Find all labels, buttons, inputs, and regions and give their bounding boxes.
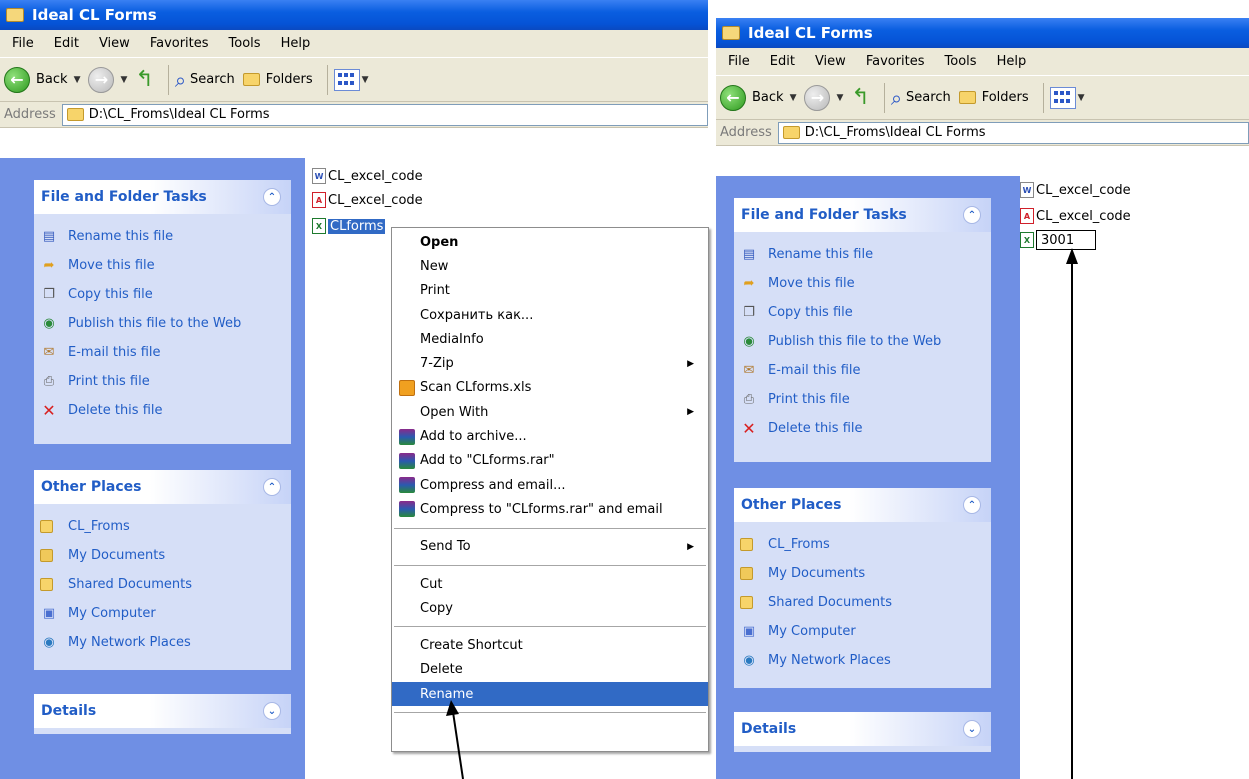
annotation-arrows — [446, 248, 1078, 779]
arrow-to-rename — [446, 700, 464, 779]
arrow-to-rename-box — [1066, 248, 1078, 779]
